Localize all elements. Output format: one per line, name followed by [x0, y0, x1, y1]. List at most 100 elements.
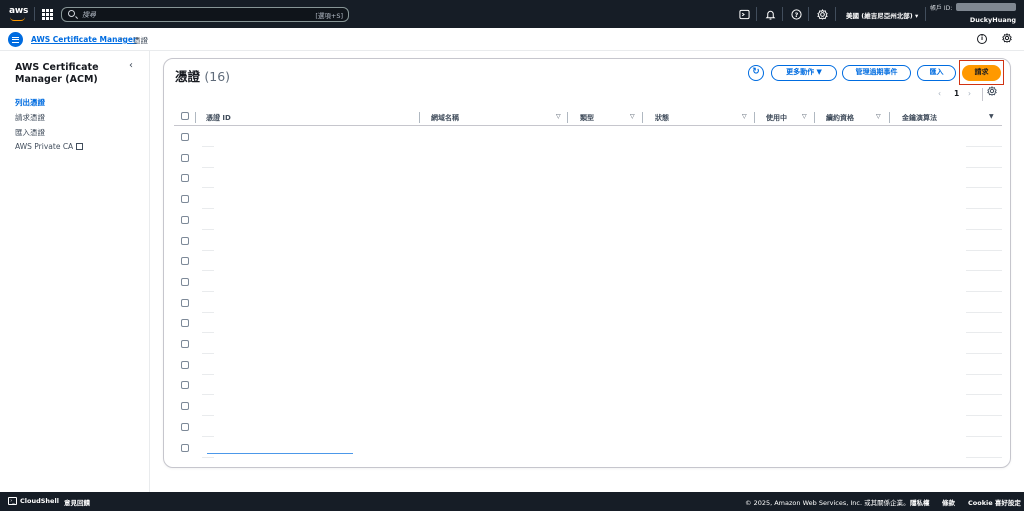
- sidebar-item-request-certificate[interactable]: 請求憑證: [15, 112, 45, 123]
- table-preferences-gear-icon[interactable]: [987, 86, 997, 96]
- aws-logo[interactable]: aws: [9, 6, 28, 21]
- breadcrumb-current: 憑證: [133, 36, 148, 45]
- sort-icon[interactable]: ▽: [742, 113, 747, 120]
- collapse-sidebar-chevron-icon[interactable]: ‹: [129, 60, 133, 71]
- refresh-icon: ↻: [752, 67, 760, 77]
- column-divider: [642, 112, 643, 123]
- account-username: DuckyHuang: [969, 16, 1016, 24]
- account-menu[interactable]: 帳戶 ID: DuckyHuang: [930, 2, 1024, 28]
- manage-expiry-events-button[interactable]: 管理過期事件: [842, 65, 911, 81]
- table-row[interactable]: [174, 334, 1002, 355]
- feedback-link[interactable]: 意見回饋: [64, 497, 90, 507]
- row-select-checkbox[interactable]: [181, 133, 189, 141]
- cloudshell-icon[interactable]: ›_: [8, 497, 17, 505]
- sort-icon[interactable]: ▼: [989, 113, 994, 120]
- column-header-domain-name[interactable]: 網域名稱: [431, 113, 459, 123]
- row-select-checkbox[interactable]: [181, 422, 189, 431]
- pagination-page-number[interactable]: 1: [954, 89, 959, 98]
- table-row[interactable]: [174, 272, 1002, 293]
- cloudshell-icon[interactable]: [739, 9, 750, 20]
- certificate-count: (16): [204, 69, 231, 84]
- column-header-type[interactable]: 類型: [580, 113, 594, 123]
- account-id-label: 帳戶 ID:: [930, 5, 953, 12]
- help-icon[interactable]: ?: [791, 9, 802, 20]
- sidebar-item-import-certificate[interactable]: 匯入憑證: [15, 127, 45, 138]
- search-input[interactable]: [82, 9, 282, 20]
- side-navigation-toggle-button[interactable]: [8, 32, 23, 47]
- pagination-next-icon[interactable]: ›: [968, 89, 971, 98]
- sidebar-item-label: AWS Private CA: [15, 142, 74, 151]
- services-grid-icon[interactable]: [42, 9, 53, 20]
- column-header-certificate-id[interactable]: 憑證 ID: [206, 113, 231, 123]
- row-select-checkbox[interactable]: [181, 319, 189, 328]
- divider: [34, 7, 35, 21]
- divider: [835, 7, 836, 21]
- table-row[interactable]: [174, 210, 1002, 231]
- table-row[interactable]: [174, 189, 1002, 210]
- column-divider: [889, 112, 890, 123]
- table-row[interactable]: [174, 417, 1002, 438]
- bell-icon[interactable]: [765, 9, 776, 20]
- table-row[interactable]: [174, 168, 1002, 189]
- table-row[interactable]: [174, 148, 1002, 169]
- row-select-checkbox[interactable]: [181, 174, 189, 183]
- row-select-checkbox[interactable]: [181, 360, 189, 369]
- row-select-checkbox[interactable]: [181, 443, 189, 452]
- table-row[interactable]: [174, 251, 1002, 272]
- sort-icon[interactable]: ▽: [630, 113, 635, 120]
- divider: [925, 7, 926, 21]
- breadcrumb-chevron-icon: ›: [120, 34, 124, 43]
- row-divider: [966, 456, 1002, 458]
- sidebar-item-list-certificates[interactable]: 列出憑證: [15, 97, 45, 108]
- divider: [982, 88, 983, 101]
- more-actions-button[interactable]: 更多動作 ▼: [771, 65, 837, 81]
- row-select-checkbox[interactable]: [181, 236, 189, 245]
- sort-icon[interactable]: ▽: [802, 113, 807, 120]
- column-header-key-algorithm[interactable]: 金鑰演算法: [902, 113, 937, 123]
- svg-text:?: ?: [795, 11, 799, 19]
- request-button[interactable]: 請求: [962, 65, 1001, 81]
- table-row[interactable]: [174, 313, 1002, 334]
- search-bar[interactable]: [選項+S]: [61, 7, 349, 22]
- region-selector[interactable]: 美國 (維吉尼亞州北部) ▾: [846, 10, 918, 20]
- row-divider: [202, 456, 214, 458]
- row-select-checkbox[interactable]: [181, 195, 189, 204]
- row-select-checkbox[interactable]: [181, 277, 189, 286]
- divider: [782, 7, 783, 21]
- row-select-checkbox[interactable]: [181, 257, 189, 266]
- divider: [756, 7, 757, 21]
- cloudshell-link[interactable]: CloudShell: [20, 497, 59, 505]
- info-icon[interactable]: i: [977, 34, 987, 44]
- row-select-checkbox[interactable]: [181, 340, 189, 348]
- sidebar-item-private-ca[interactable]: AWS Private CA: [15, 142, 84, 151]
- row-select-checkbox[interactable]: [181, 381, 189, 390]
- sort-icon[interactable]: ▽: [876, 113, 881, 120]
- import-button[interactable]: 匯入: [917, 65, 956, 81]
- privacy-link[interactable]: 隱私權: [910, 497, 930, 507]
- table-row[interactable]: [174, 355, 1002, 376]
- column-header-in-use[interactable]: 使用中: [766, 113, 787, 123]
- table-row[interactable]: [174, 396, 1002, 417]
- row-select-checkbox[interactable]: [181, 153, 189, 162]
- column-divider: [567, 112, 568, 123]
- pagination-previous-icon[interactable]: ‹: [938, 89, 941, 98]
- table-row[interactable]: [174, 375, 1002, 396]
- settings-gear-icon[interactable]: [817, 9, 828, 20]
- column-header-status[interactable]: 狀態: [655, 113, 669, 123]
- row-select-checkbox[interactable]: [181, 402, 189, 411]
- table-row[interactable]: [174, 438, 1002, 459]
- table-row[interactable]: [174, 127, 1002, 148]
- table-row[interactable]: [174, 231, 1002, 252]
- table-row[interactable]: [174, 293, 1002, 314]
- footer: ›_ CloudShell 意見回饋 © 2025, Amazon Web Se…: [0, 492, 1024, 511]
- row-select-checkbox[interactable]: [181, 215, 189, 224]
- side-navigation-title[interactable]: AWS Certificate Manager (ACM): [15, 62, 125, 86]
- refresh-button[interactable]: ↻: [748, 65, 764, 81]
- terms-link[interactable]: 條款: [942, 497, 955, 507]
- column-header-renewal-eligibility[interactable]: 續約資格: [826, 113, 854, 123]
- cookie-preferences-link[interactable]: Cookie 喜好設定: [968, 497, 1021, 507]
- sort-icon[interactable]: ▽: [556, 113, 561, 120]
- preferences-gear-icon[interactable]: [1002, 33, 1012, 43]
- select-all-checkbox[interactable]: [181, 112, 189, 120]
- row-select-checkbox[interactable]: [181, 298, 189, 307]
